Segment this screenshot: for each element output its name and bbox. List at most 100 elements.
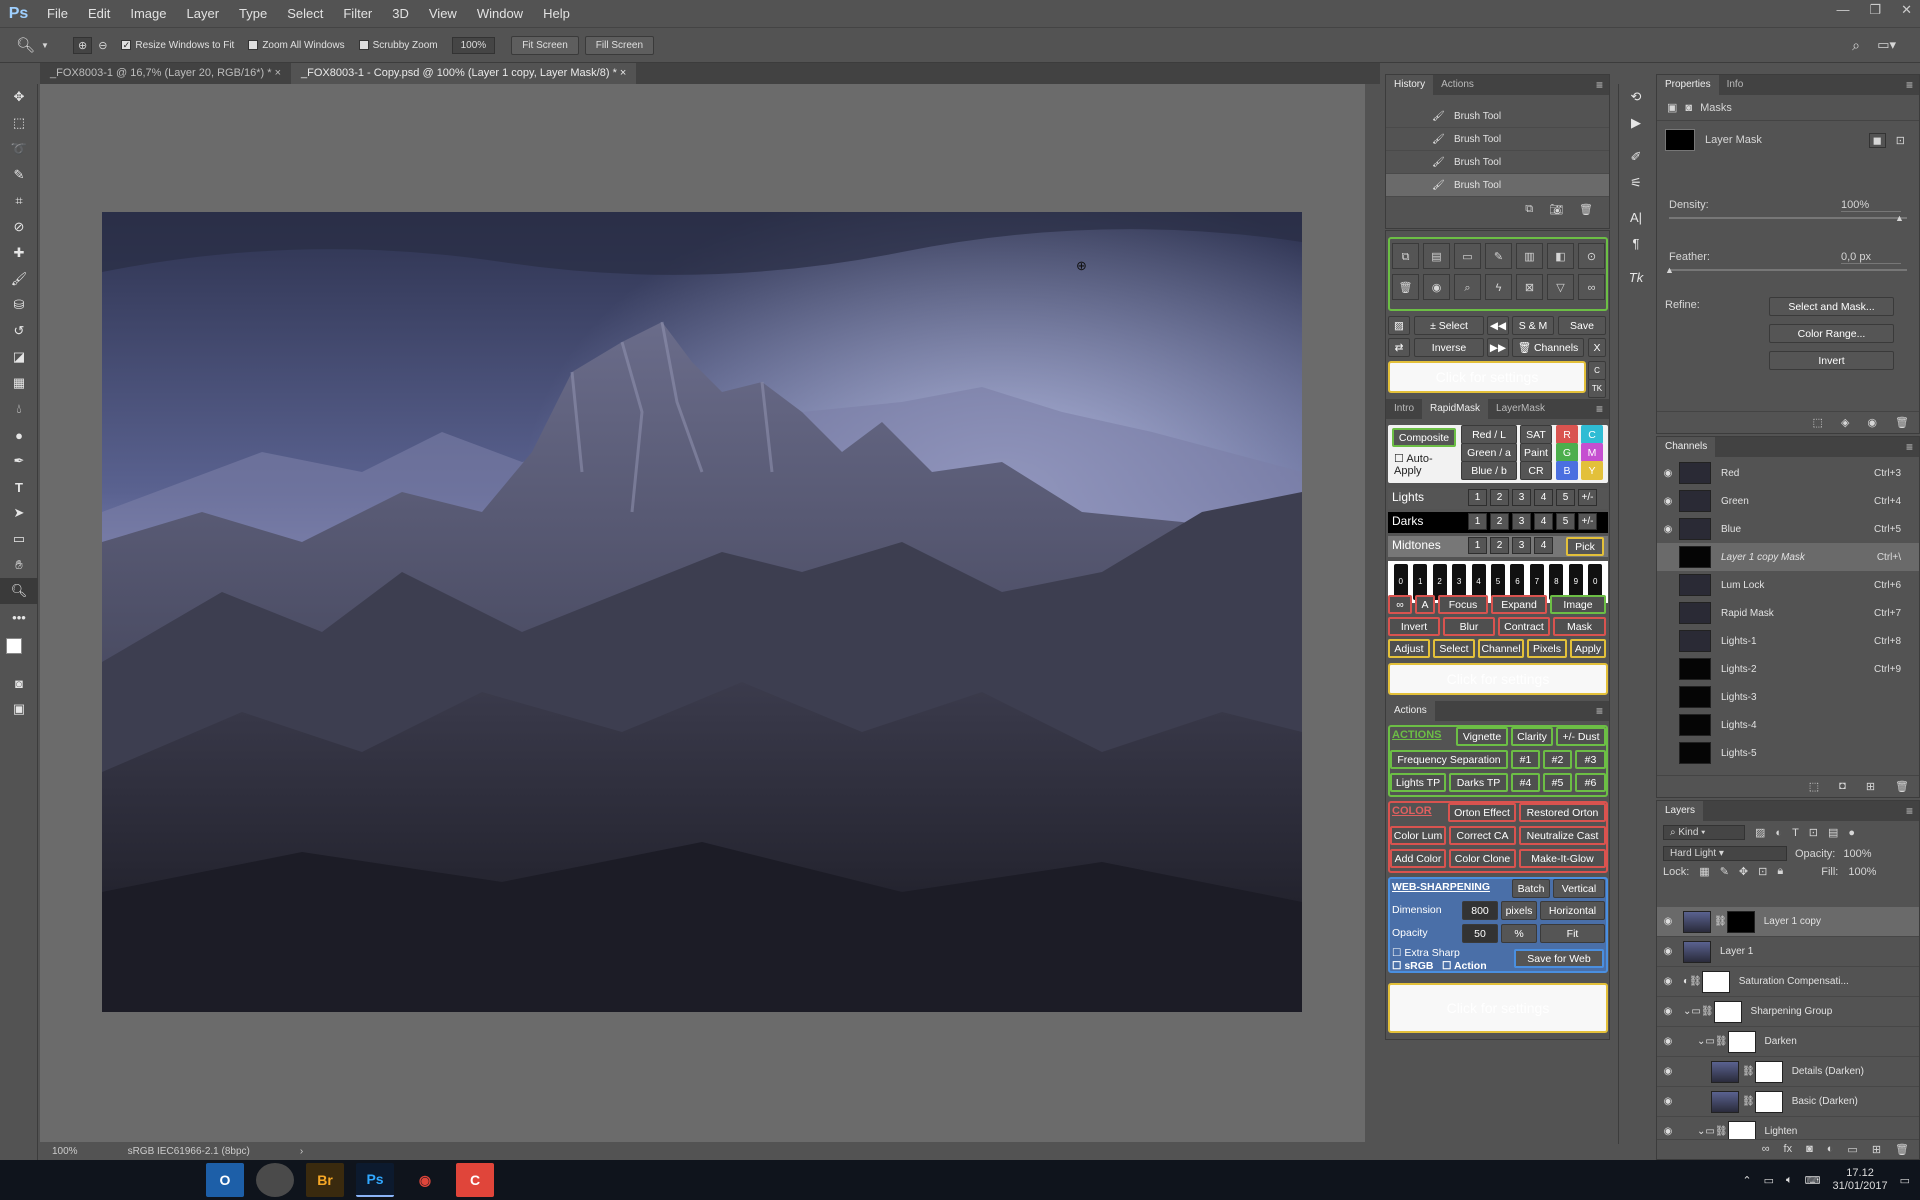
pick-button[interactable]: Pick: [1566, 537, 1604, 556]
focus-button[interactable]: Focus: [1438, 595, 1488, 614]
photoshop-taskbar-icon[interactable]: Ps: [356, 1163, 394, 1197]
history-item[interactable]: 🖌︎ Brush Tool: [1386, 151, 1609, 174]
neutralize-cast-button[interactable]: Neutralize Cast: [1519, 826, 1606, 845]
apply-button[interactable]: Apply: [1570, 639, 1606, 658]
add-vector-mask-icon[interactable]: ⊡: [1896, 134, 1905, 147]
menu-layer[interactable]: Layer: [177, 0, 230, 27]
mask-cross-icon[interactable]: ⊠: [1516, 274, 1543, 300]
close-tab-icon[interactable]: ×: [275, 67, 281, 79]
tab-history[interactable]: History: [1386, 75, 1434, 95]
layer-filter-select[interactable]: ⌕ Kind ▾: [1663, 825, 1745, 840]
copy-layer-icon[interactable]: ⧉: [1392, 243, 1419, 269]
chevron-down-icon[interactable]: ⌄: [1683, 1006, 1691, 1017]
layer-row[interactable]: ◉ ⌄ ▭ ⛓ Lighten: [1657, 1117, 1919, 1139]
zoom-tool-icon[interactable]: 🔍︎: [0, 578, 38, 604]
menu-view[interactable]: View: [419, 0, 467, 27]
level-button[interactable]: 5: [1556, 513, 1575, 530]
web-opacity-field[interactable]: 50: [1462, 924, 1498, 943]
hand-tool-icon[interactable]: ✋︎: [0, 552, 38, 578]
eye-icon[interactable]: ◉: [1657, 524, 1679, 535]
notification-icon[interactable]: ▭: [1900, 1174, 1910, 1187]
fx-icon[interactable]: fx: [1784, 1143, 1793, 1156]
snapshot-icon[interactable]: 📷︎: [1549, 203, 1563, 216]
cr-button[interactable]: CR: [1520, 461, 1552, 480]
lock-transparency-icon[interactable]: ▦: [1699, 865, 1709, 878]
lasso-tool-icon[interactable]: ➰: [0, 136, 38, 162]
tab-channels[interactable]: Channels: [1657, 437, 1716, 457]
restore-icon[interactable]: ❐: [1869, 2, 1881, 18]
level-button[interactable]: 1: [1468, 513, 1487, 530]
layer-row[interactable]: ◉ ⌄ ▭ ⛓ Sharpening Group: [1657, 997, 1919, 1027]
brush-tool-icon[interactable]: 🖌︎: [0, 266, 38, 292]
settings-box[interactable]: Click for settings: [1388, 361, 1586, 393]
rewind-icon[interactable]: ◀◀: [1487, 316, 1509, 335]
lock-all-icon[interactable]: 🔒︎: [1777, 865, 1783, 878]
zoom-tool-icon[interactable]: 🔍︎: [16, 36, 35, 54]
panel-menu-icon[interactable]: ≡: [1596, 704, 1603, 718]
character-icon[interactable]: A|: [1619, 204, 1653, 230]
panel-menu-icon[interactable]: ≡: [1596, 78, 1603, 92]
history-item[interactable]: 🖌︎ Brush Tool: [1386, 174, 1609, 197]
level-button[interactable]: +/-: [1578, 513, 1597, 530]
chrome-icon[interactable]: ◉: [406, 1163, 444, 1197]
folder-icon[interactable]: ▭: [1454, 243, 1481, 269]
vignette-button[interactable]: Vignette: [1456, 727, 1508, 746]
status-zoom[interactable]: 100%: [52, 1146, 78, 1157]
action-4-button[interactable]: #4: [1511, 773, 1540, 792]
search-icon[interactable]: ⌕: [1852, 37, 1860, 54]
r-channel-button[interactable]: R: [1556, 425, 1578, 444]
history-item[interactable]: 🖌︎ Brush Tool: [1386, 105, 1609, 128]
layer-fill-field[interactable]: 100%: [1848, 866, 1876, 878]
c-channel-button[interactable]: C: [1581, 425, 1603, 444]
color-clone-button[interactable]: Color Clone: [1449, 849, 1516, 868]
action-3-button[interactable]: #3: [1575, 750, 1606, 769]
tray-chevron-icon[interactable]: ⌃: [1742, 1174, 1751, 1187]
level-button[interactable]: 4: [1534, 489, 1553, 506]
settings-box[interactable]: Click for settings: [1388, 663, 1608, 695]
fit-screen-button[interactable]: Fit Screen: [511, 35, 579, 55]
blur-button[interactable]: Blur: [1443, 617, 1495, 636]
zoom-in-icon[interactable]: ⊕: [72, 36, 93, 54]
color-swatches[interactable]: [0, 630, 37, 670]
correct-ca-button[interactable]: Correct CA: [1449, 826, 1516, 845]
tab-info[interactable]: Info: [1719, 75, 1752, 95]
move-tool-icon[interactable]: ✥: [0, 84, 38, 110]
trash-icon[interactable]: 🗑︎: [1895, 416, 1909, 429]
history-item[interactable]: 🖌︎ Brush Tool: [1386, 128, 1609, 151]
keyboard-icon[interactable]: ⌨: [1805, 1174, 1821, 1187]
new-group-icon[interactable]: ▭: [1847, 1143, 1857, 1156]
image-icon[interactable]: ▨: [1388, 316, 1410, 335]
layer-row[interactable]: ◉ ⌄ ▭ ⛓ Darken: [1657, 1027, 1919, 1057]
level-button[interactable]: 2: [1490, 513, 1509, 530]
channel-row[interactable]: Rapid Mask Ctrl+7: [1657, 599, 1919, 627]
extra-sharp-checkbox[interactable]: ☐ Extra Sharp: [1392, 947, 1460, 959]
layer-row[interactable]: ◉ ⛓ Details (Darken): [1657, 1057, 1919, 1087]
panel-menu-icon[interactable]: ≡: [1906, 804, 1913, 818]
menu-window[interactable]: Window: [467, 0, 533, 27]
density-value[interactable]: 100%: [1841, 199, 1901, 212]
tab-intro[interactable]: Intro: [1386, 399, 1422, 419]
dimension-field[interactable]: 800: [1462, 901, 1498, 920]
add-mask-icon[interactable]: ◙: [1806, 1143, 1813, 1156]
trash-icon[interactable]: 🗑︎: [1579, 203, 1593, 216]
tk-panel-icon[interactable]: Tk: [1619, 264, 1653, 290]
filter-adjustment-icon[interactable]: ◐: [1775, 827, 1782, 839]
menu-image[interactable]: Image: [120, 0, 176, 27]
blue-b-button[interactable]: Blue / b: [1461, 461, 1517, 480]
channel-row[interactable]: ◉ Red Ctrl+3: [1657, 459, 1919, 487]
play-action-icon[interactable]: ▶: [1619, 110, 1653, 136]
app-c-icon[interactable]: C: [456, 1163, 494, 1197]
channel-row[interactable]: Layer 1 copy Mask Ctrl+\: [1657, 543, 1919, 571]
new-document-icon[interactable]: ⧉: [1525, 203, 1533, 216]
history-brush-tool-icon[interactable]: ↺: [0, 318, 38, 344]
filter-type-icon[interactable]: T: [1792, 827, 1799, 839]
path-select-tool-icon[interactable]: ➤: [0, 500, 38, 526]
paint-button[interactable]: Paint: [1520, 443, 1552, 462]
tk-icon[interactable]: TK: [1588, 379, 1606, 398]
settings-box[interactable]: Click for settings: [1388, 983, 1608, 1033]
chevron-right-icon[interactable]: ›: [300, 1146, 303, 1157]
g-channel-button[interactable]: G: [1556, 443, 1578, 462]
save-for-web-button[interactable]: Save for Web: [1514, 949, 1604, 968]
new-layer-icon[interactable]: ⊞: [1872, 1143, 1881, 1156]
eye-icon[interactable]: ◉: [1657, 1036, 1679, 1047]
